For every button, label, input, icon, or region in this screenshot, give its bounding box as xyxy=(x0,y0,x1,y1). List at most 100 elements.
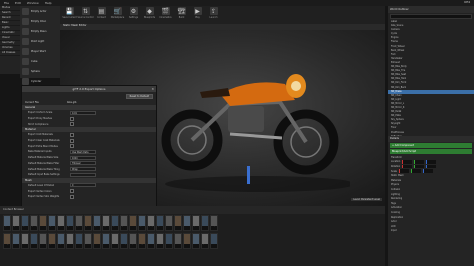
asset-thumbnail[interactable]: Bolt xyxy=(12,233,20,249)
asset-thumbnail[interactable]: T_Seat xyxy=(66,215,74,231)
asset-thumbnail[interactable]: M_Rubber xyxy=(138,215,146,231)
option-checkbox[interactable] xyxy=(70,194,74,199)
asset-thumbnail[interactable]: Hub xyxy=(39,233,47,249)
toolbar-content-button[interactable]: ▤ Content xyxy=(95,7,108,19)
asset-thumbnail[interactable]: Light xyxy=(102,215,110,231)
asset-thumbnail[interactable]: Brake xyxy=(174,215,182,231)
asset-thumbnail[interactable]: M_Rim xyxy=(75,215,83,231)
toolbar-blueprints-button[interactable]: ◆ Blueprints xyxy=(143,7,156,19)
asset-thumbnail[interactable]: M_Metal xyxy=(156,215,164,231)
toolbar-marketplace-button[interactable]: 🛒 Marketplace xyxy=(111,7,124,19)
details-action-button[interactable]: + Add Component xyxy=(390,143,472,148)
place-actor-item[interactable]: Player Start xyxy=(20,46,60,56)
asset-thumbnail[interactable]: Plate xyxy=(75,233,83,249)
asset-thumbnail[interactable]: Tank xyxy=(201,215,209,231)
place-actor-item[interactable]: Empty Char. xyxy=(20,16,60,26)
asset-thumbnail[interactable]: M_Glass xyxy=(93,215,101,231)
mode-category[interactable]: All Classes xyxy=(0,51,20,56)
z-field[interactable] xyxy=(422,169,433,173)
reset-to-default-button[interactable]: Reset to Default xyxy=(125,93,153,99)
place-actor-item[interactable]: Empty Actor xyxy=(20,6,60,16)
outliner-search-input[interactable] xyxy=(390,14,472,19)
option-dropdown[interactable]: Wrap xyxy=(70,167,96,172)
place-actor-item[interactable]: Point Light xyxy=(20,36,60,46)
asset-thumbnail[interactable]: Axle xyxy=(93,233,101,249)
asset-thumbnail[interactable]: Cap xyxy=(129,233,137,249)
asset-thumbnail[interactable]: Pedal xyxy=(30,233,38,249)
asset-thumbnail[interactable]: Mirror xyxy=(21,233,29,249)
place-actor-item[interactable]: Sphere xyxy=(20,66,60,76)
details-action-button[interactable]: Blueprint/Add Script xyxy=(390,149,472,154)
place-actor-item[interactable]: Cube xyxy=(20,56,60,66)
asset-thumbnail[interactable]: Pad xyxy=(174,233,182,249)
z-field[interactable] xyxy=(426,164,437,169)
asset-thumbnail[interactable]: Pipe xyxy=(192,215,200,231)
menu-item-help[interactable]: Help xyxy=(45,1,52,5)
asset-thumbnail[interactable]: Belt xyxy=(111,233,119,249)
option-checkbox[interactable] xyxy=(70,189,74,194)
asset-thumbnail[interactable]: M_Paint xyxy=(111,215,119,231)
asset-thumbnail[interactable]: Lamp xyxy=(210,215,218,231)
asset-thumbnail[interactable]: Seal xyxy=(183,233,191,249)
toolbar-cinematics-button[interactable]: 🎬 Cinematics xyxy=(159,7,172,19)
asset-thumbnail[interactable]: Gauge xyxy=(3,233,11,249)
option-dropdown[interactable]: Use Mesh Data xyxy=(70,149,96,154)
details-panel: Details + Add Component Blueprint/Add Scr… xyxy=(388,136,474,266)
toolbar-play-button[interactable]: ▶ Play xyxy=(191,7,204,19)
asset-thumbnail[interactable]: T_Tire xyxy=(12,215,20,231)
asset-thumbnail[interactable]: Strut xyxy=(84,233,92,249)
asset-thumbnail[interactable]: Tip xyxy=(201,233,209,249)
toolbar-build-button[interactable]: 🏗 Build xyxy=(175,7,188,19)
y-field[interactable] xyxy=(410,169,421,173)
asset-thumbnail[interactable]: M_Chrome xyxy=(21,215,29,231)
z-field[interactable] xyxy=(426,160,437,164)
option-input[interactable]: 0.01 xyxy=(70,110,96,115)
asset-thumbnail[interactable]: T_Frame xyxy=(48,215,56,231)
toolbar-settings-button[interactable]: ⚙ Settings xyxy=(127,7,140,19)
asset-thumbnail[interactable]: Nut xyxy=(147,233,155,249)
asset-thumbnail[interactable]: Mesh xyxy=(39,215,47,231)
asset-thumbnail[interactable]: Pin xyxy=(156,233,164,249)
asset-thumbnail[interactable]: Fork xyxy=(165,215,173,231)
option-input[interactable] xyxy=(70,172,96,177)
asset-thumbnail[interactable]: T_Paint xyxy=(120,215,128,231)
menu-item-edit[interactable]: Edit xyxy=(15,1,21,5)
asset-thumbnail[interactable]: Grip xyxy=(57,233,65,249)
menu-item-file[interactable]: File xyxy=(4,1,9,5)
toolbar-launch-button[interactable]: ⇪ Launch xyxy=(207,7,220,19)
y-field[interactable] xyxy=(414,160,425,164)
option-input[interactable]: 0 xyxy=(70,183,96,188)
asset-thumbnail[interactable]: Decal xyxy=(129,215,137,231)
place-actor-item[interactable]: Empty Pawn xyxy=(20,26,60,36)
toolbar-save-current-button[interactable]: 💾 Save Current xyxy=(62,7,77,19)
option-checkbox[interactable] xyxy=(70,144,74,149)
asset-thumbnail[interactable]: Spoke xyxy=(48,233,56,249)
option-dropdown[interactable]: 1024 xyxy=(70,155,96,160)
x-field[interactable] xyxy=(398,169,409,173)
x-field[interactable] xyxy=(402,164,413,169)
option-checkbox[interactable] xyxy=(70,138,74,143)
y-field[interactable] xyxy=(414,164,425,169)
viewport-tab[interactable]: Static Mesh Editor xyxy=(60,24,385,30)
option-dropdown[interactable]: Trilinear xyxy=(70,161,96,166)
asset-thumbnail[interactable]: T_Logo xyxy=(147,215,155,231)
asset-thumbnail[interactable]: Chain xyxy=(183,215,191,231)
menu-item-window[interactable]: Window xyxy=(27,1,39,5)
toolbar-source-control-button[interactable]: ⇅ Source Control xyxy=(77,7,94,19)
asset-thumbnail[interactable]: Gear xyxy=(102,233,110,249)
asset-thumbnail[interactable]: Ring xyxy=(138,233,146,249)
asset-thumbnail[interactable]: M_Bike xyxy=(3,215,11,231)
option-checkbox[interactable] xyxy=(70,116,74,121)
asset-thumbnail[interactable]: Clamp xyxy=(120,233,128,249)
asset-thumbnail[interactable]: Rod xyxy=(165,233,173,249)
option-checkbox[interactable] xyxy=(70,132,74,137)
close-icon[interactable]: ✕ xyxy=(151,86,154,92)
asset-thumbnail[interactable]: Cable xyxy=(66,233,74,249)
x-field[interactable] xyxy=(402,160,413,164)
asset-thumbnail[interactable]: T_Rim xyxy=(84,215,92,231)
asset-thumbnail[interactable]: Vent xyxy=(210,233,218,249)
asset-thumbnail[interactable]: M_Seat xyxy=(57,215,65,231)
asset-thumbnail[interactable]: T_Body xyxy=(30,215,38,231)
option-checkbox[interactable] xyxy=(70,122,74,127)
asset-thumbnail[interactable]: Bush xyxy=(192,233,200,249)
